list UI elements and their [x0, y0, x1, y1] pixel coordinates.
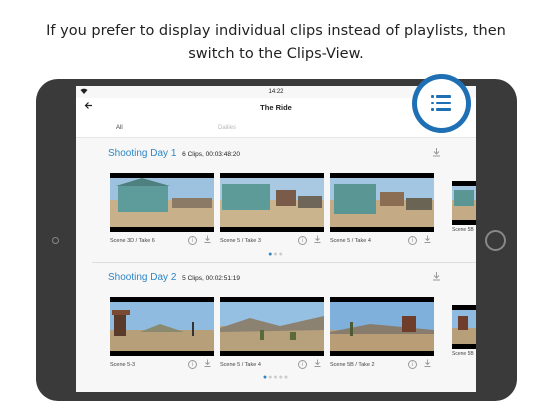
clip-card[interactable]: Scene 5B / Take 2 i — [330, 297, 434, 369]
app-screen: 14:22 The Ride All Dailies Shooting Day … — [76, 86, 476, 392]
clip-card[interactable]: Scene 5B — [452, 305, 476, 357]
clip-card[interactable]: Scene 5B — [452, 181, 476, 233]
download-icon[interactable] — [204, 359, 211, 369]
clip-label: Scene 5-3 — [110, 362, 136, 368]
clip-thumbnail[interactable] — [220, 297, 324, 356]
download-icon[interactable] — [204, 235, 211, 245]
clip-label: Scene 5 / Take 4 — [330, 238, 371, 244]
camera-dot — [52, 237, 59, 244]
page-indicator: ●●● — [268, 251, 284, 258]
download-icon[interactable] — [432, 271, 441, 284]
clip-thumbnail[interactable] — [330, 173, 434, 232]
clip-thumbnail[interactable] — [220, 173, 324, 232]
info-icon[interactable]: i — [298, 360, 307, 369]
clip-label: Scene 3D / Take 6 — [110, 238, 155, 244]
clip-card[interactable]: Scene 3D / Take 6 i — [110, 173, 214, 245]
info-icon[interactable]: i — [188, 360, 197, 369]
clip-thumbnail[interactable] — [110, 173, 214, 232]
download-icon[interactable] — [432, 147, 441, 160]
home-button[interactable] — [485, 230, 506, 251]
clip-card[interactable]: Scene 5 / Take 4 i — [220, 297, 324, 369]
download-icon[interactable] — [424, 235, 431, 245]
clip-card[interactable]: Scene 5 / Take 3 i — [220, 173, 324, 245]
tab-all[interactable]: All — [116, 125, 123, 131]
segmented-tabs: All Dailies — [76, 120, 476, 138]
download-icon[interactable] — [314, 235, 321, 245]
section-meta: 5 Clips, 00:02:51:19 — [182, 275, 240, 282]
info-icon[interactable]: i — [408, 360, 417, 369]
download-icon[interactable] — [424, 359, 431, 369]
section-meta: 6 Clips, 00:03:48:20 — [182, 151, 240, 158]
clips-view-toggle-button[interactable] — [412, 74, 471, 133]
tab-dailies[interactable]: Dailies — [218, 125, 236, 131]
clip-label: Scene 5 / Take 4 — [220, 362, 261, 368]
clip-label: Scene 5B — [452, 227, 474, 233]
section-title: Shooting Day 1 — [108, 148, 177, 159]
clip-thumbnail[interactable] — [452, 305, 476, 349]
clip-thumbnail[interactable] — [110, 297, 214, 356]
clip-label: Scene 5B / Take 2 — [330, 362, 375, 368]
clip-label: Scene 5 / Take 3 — [220, 238, 261, 244]
section-title: Shooting Day 2 — [108, 272, 177, 283]
caption: If you prefer to display individual clip… — [0, 20, 552, 66]
clip-thumbnail[interactable] — [452, 181, 476, 225]
shooting-day-section: Shooting Day 2 5 Clips, 00:02:51:19 Scen… — [76, 262, 476, 385]
section-header[interactable]: Shooting Day 2 5 Clips, 00:02:51:19 — [108, 272, 240, 283]
section-header[interactable]: Shooting Day 1 6 Clips, 00:03:48:20 — [108, 148, 240, 159]
clip-card[interactable]: Scene 5 / Take 4 i — [330, 173, 434, 245]
clip-card[interactable]: Scene 5-3 i — [110, 297, 214, 369]
info-icon[interactable]: i — [408, 236, 417, 245]
page-indicator: ●●●●● — [262, 374, 290, 381]
list-view-icon — [417, 79, 466, 128]
info-icon[interactable]: i — [298, 236, 307, 245]
caption-line-1: If you prefer to display individual clip… — [46, 23, 506, 39]
info-icon[interactable]: i — [188, 236, 197, 245]
clip-thumbnail[interactable] — [330, 297, 434, 356]
download-icon[interactable] — [314, 359, 321, 369]
caption-line-2: switch to the Clips-View. — [188, 46, 364, 62]
clip-label: Scene 5B — [452, 351, 474, 357]
shooting-day-section: Shooting Day 1 6 Clips, 00:03:48:20 Scen… — [76, 138, 476, 261]
